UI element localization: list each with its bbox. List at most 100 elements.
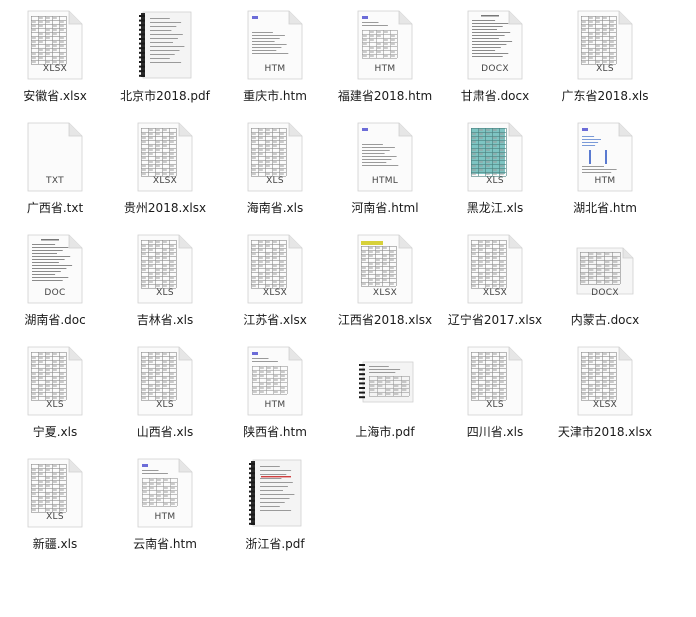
file-name-label: 海南省.xls — [246, 201, 304, 215]
file-type-badge: XLS — [46, 512, 64, 522]
file-thumbnail-icon: XLSX — [355, 234, 415, 304]
file-name-label: 四川省.xls — [466, 425, 524, 439]
file-thumbnail-icon: TXT — [25, 122, 85, 192]
file-item[interactable]: HTM 湖北省.htm — [550, 116, 660, 216]
file-item[interactable]: XLSX 江苏省.xlsx — [220, 228, 330, 328]
file-thumbnail-icon — [135, 10, 195, 80]
file-type-badge: XLS — [486, 400, 504, 410]
file-thumbnail-icon: DOCX — [465, 10, 525, 80]
file-thumbnail-icon: XLSX — [245, 234, 305, 304]
file-type-badge: HTM — [264, 64, 286, 74]
file-item[interactable]: XLSX 辽宁省2017.xlsx — [440, 228, 550, 328]
file-name-label: 陕西省.htm — [243, 425, 307, 439]
file-thumbnail-icon: XLS — [465, 346, 525, 416]
file-item[interactable]: HTML 河南省.html — [330, 116, 440, 216]
file-type-badge: XLS — [266, 176, 284, 186]
file-name-label: 江苏省.xlsx — [243, 313, 307, 327]
file-name-label: 河南省.html — [351, 201, 419, 215]
file-thumbnail-icon: XLSX — [575, 346, 635, 416]
file-item[interactable]: HTM 重庆市.htm — [220, 4, 330, 104]
file-name-label: 辽宁省2017.xlsx — [447, 313, 543, 327]
file-item[interactable]: XLSX 安徽省.xlsx — [0, 4, 110, 104]
file-type-badge: TXT — [46, 176, 64, 186]
file-item[interactable]: 北京市2018.pdf — [110, 4, 220, 104]
file-item[interactable]: HTM 陕西省.htm — [220, 340, 330, 440]
file-type-badge: HTM — [154, 512, 176, 522]
file-thumbnail-icon: HTM — [135, 458, 195, 528]
file-name-label: 山西省.xls — [136, 425, 194, 439]
file-icon-grid: XLSX 安徽省.xlsx 北京市2018.pdf HTM 重庆市.htm HTM 福建省2… — [0, 0, 696, 617]
file-thumbnail-icon: DOC — [25, 234, 85, 304]
file-thumbnail-icon: XLS — [25, 458, 85, 528]
file-item[interactable]: DOCX 内蒙古.docx — [550, 228, 660, 328]
file-name-label: 安徽省.xlsx — [23, 89, 87, 103]
file-thumbnail-icon: XLS — [575, 10, 635, 80]
file-item[interactable]: XLS 黑龙江.xls — [440, 116, 550, 216]
file-item[interactable]: 上海市.pdf — [330, 340, 440, 440]
file-thumbnail-icon: XLSX — [135, 122, 195, 192]
file-name-label: 湖南省.doc — [24, 313, 86, 327]
file-thumbnail-icon: XLS — [25, 346, 85, 416]
file-item[interactable]: XLS 四川省.xls — [440, 340, 550, 440]
file-name-label: 甘肃省.docx — [460, 89, 530, 103]
file-name-label: 贵州2018.xlsx — [123, 201, 207, 215]
file-name-label: 内蒙古.docx — [570, 313, 640, 327]
file-item[interactable]: HTM 云南省.htm — [110, 452, 220, 552]
file-name-label: 天津市2018.xlsx — [557, 425, 653, 439]
file-type-badge: XLSX — [372, 288, 398, 298]
file-type-badge: XLSX — [262, 288, 288, 298]
file-thumbnail-icon: XLS — [465, 122, 525, 192]
file-name-label: 湖北省.htm — [573, 201, 637, 215]
file-name-label: 云南省.htm — [133, 537, 197, 551]
file-item[interactable]: DOCX 甘肃省.docx — [440, 4, 550, 104]
file-item[interactable]: XLS 山西省.xls — [110, 340, 220, 440]
file-type-badge: XLS — [156, 288, 174, 298]
file-item[interactable]: TXT 广西省.txt — [0, 116, 110, 216]
file-thumbnail-icon: DOCX — [575, 234, 635, 304]
file-type-badge: HTM — [594, 176, 616, 186]
file-type-badge: XLSX — [152, 176, 178, 186]
file-thumbnail-icon: XLSX — [25, 10, 85, 80]
file-thumbnail-icon: HTM — [245, 10, 305, 80]
file-type-badge: DOCX — [481, 64, 509, 74]
file-name-label: 浙江省.pdf — [245, 537, 305, 551]
file-item[interactable]: XLS 宁夏.xls — [0, 340, 110, 440]
file-item[interactable]: DOC 湖南省.doc — [0, 228, 110, 328]
file-name-label: 黑龙江.xls — [466, 201, 524, 215]
file-item[interactable]: 浙江省.pdf — [220, 452, 330, 552]
file-type-badge: XLS — [46, 400, 64, 410]
file-item[interactable]: HTM 福建省2018.htm — [330, 4, 440, 104]
file-name-label: 北京市2018.pdf — [120, 89, 210, 103]
file-type-badge: XLSX — [482, 288, 508, 298]
file-type-badge: XLSX — [42, 64, 68, 74]
file-item[interactable]: XLSX 天津市2018.xlsx — [550, 340, 660, 440]
file-thumbnail-icon: HTML — [355, 122, 415, 192]
file-type-badge: HTML — [371, 176, 399, 186]
file-type-badge: XLS — [596, 64, 614, 74]
file-thumbnail-icon: XLS — [135, 346, 195, 416]
file-name-label: 宁夏.xls — [32, 425, 78, 439]
file-item[interactable]: XLS 海南省.xls — [220, 116, 330, 216]
file-item[interactable]: XLS 新疆.xls — [0, 452, 110, 552]
file-type-badge: XLS — [486, 176, 504, 186]
file-item[interactable]: XLSX 贵州2018.xlsx — [110, 116, 220, 216]
file-type-badge: DOCX — [591, 288, 619, 298]
file-name-label: 广西省.txt — [26, 201, 84, 215]
file-thumbnail-icon: XLSX — [465, 234, 525, 304]
file-thumbnail-icon: XLS — [245, 122, 305, 192]
file-item[interactable]: XLS 广东省2018.xls — [550, 4, 660, 104]
file-type-badge: HTM — [374, 64, 396, 74]
file-name-label: 江西省2018.xlsx — [337, 313, 433, 327]
file-item[interactable]: XLSX 江西省2018.xlsx — [330, 228, 440, 328]
file-type-badge: XLSX — [592, 400, 618, 410]
file-thumbnail-icon — [245, 458, 305, 528]
file-name-label: 吉林省.xls — [136, 313, 194, 327]
file-type-badge: XLS — [156, 400, 174, 410]
file-name-label: 上海市.pdf — [355, 425, 415, 439]
file-name-label: 广东省2018.xls — [561, 89, 649, 103]
file-name-label: 福建省2018.htm — [337, 89, 433, 103]
file-thumbnail-icon — [355, 346, 415, 416]
file-thumbnail-icon: XLS — [135, 234, 195, 304]
file-thumbnail-icon: HTM — [575, 122, 635, 192]
file-item[interactable]: XLS 吉林省.xls — [110, 228, 220, 328]
